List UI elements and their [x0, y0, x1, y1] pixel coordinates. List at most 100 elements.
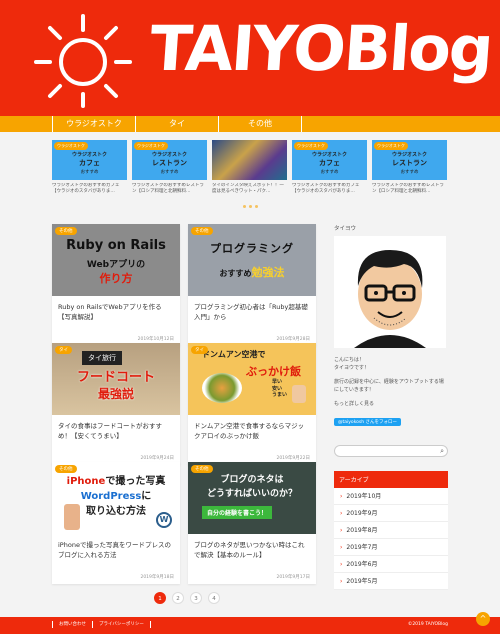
post-card[interactable]: タイ ドンムアン空港で ぶっかけ飯 早い 安い うまい ドンムアン空港で食事するなら…: [188, 343, 316, 465]
carousel-card[interactable]: ウラジオストク ウラジオストク カフェ おすすめ ウラジオストクのおすすめカフェ…: [292, 140, 367, 202]
wordpress-icon: W: [156, 512, 172, 528]
post-date: 2019年10月12日: [137, 337, 174, 342]
thumb-text: どうすればいいのか？: [206, 489, 297, 499]
site-header: TAIYOBlog: [0, 0, 500, 116]
category-tag: その他: [191, 465, 213, 473]
carousel-card[interactable]: ウラジオストク ウラジオストク カフェ おすすめ ウラジオストクのおすすめカフェ…: [52, 140, 127, 202]
sun-icon: [34, 14, 132, 108]
post-date: 2019年9月28日: [276, 337, 310, 342]
archive-item[interactable]: 2019年5月: [334, 573, 448, 590]
post-card[interactable]: その他 iPhoneで撮った写真 WordPressに 取り込む方法 W iPh…: [52, 462, 180, 584]
post-title[interactable]: Ruby on RailsでWebアプリを作る【写真解説】: [58, 302, 174, 323]
carousel-card[interactable]: ウラジオストク ウラジオストク レストラン おすすめ ウラジオストクのおすすめレ…: [372, 140, 447, 202]
nav-item-other[interactable]: その他: [218, 116, 302, 132]
carousel-dot[interactable]: [249, 205, 252, 208]
thumb-text: Ruby on Rails: [66, 238, 166, 253]
thumb-text: 自分の経験を書こう！: [202, 506, 273, 519]
thumb-text: ウラジオストク: [392, 152, 427, 158]
thumb-text: 早い 安い うまい: [272, 379, 288, 398]
thumb-text: タイ旅行: [82, 351, 122, 365]
thumb-text: フードコート: [76, 370, 155, 385]
post-title[interactable]: タイの食事はフードコートがおすすめ！【安くてうまい】: [58, 421, 174, 442]
site-logo[interactable]: TAIYOBlog: [147, 12, 494, 85]
sidebar: タイヨウ こんにちは！ タイヨウです！ 旅行の記録を中心に、経験をアウトプットす…: [334, 224, 448, 590]
post-thumbnail: その他 ブログのネタは どうすればいいのか？ 自分の経験を書こう！: [188, 462, 316, 534]
avatar-illustration: [334, 236, 446, 348]
carousel-thumb: ウラジオストク ウラジオストク カフェ おすすめ: [52, 140, 127, 180]
post-date: 2019年9月24日: [140, 456, 174, 461]
thumb-text: ウラジオストク: [72, 152, 107, 158]
post-title[interactable]: ドンムアン空港で食事するならマジックアロイのぶっかけ飯: [194, 421, 310, 442]
carousel-dots[interactable]: [243, 205, 258, 208]
thumb-text: おすすめ勉強法: [219, 266, 285, 279]
category-tag: その他: [55, 465, 77, 473]
archive-item[interactable]: 2019年9月: [334, 505, 448, 522]
post-title[interactable]: iPhoneで撮った写真をワードプレスのブログに入れる方法: [58, 540, 174, 561]
post-card[interactable]: その他 Ruby on Rails Webアプリの 作り方 Ruby on Ra…: [52, 224, 180, 346]
archive-item[interactable]: 2019年6月: [334, 556, 448, 573]
category-tag: その他: [55, 227, 77, 235]
profile-name: タイヨウ: [334, 226, 357, 232]
post-title[interactable]: プログラミング初心者は「Ruby超基礎入門」から: [194, 302, 310, 323]
carousel-caption: ウラジオストクのおすすめカフェ【ウラジオのスタバがありま…: [292, 183, 360, 195]
category-tag: タイ: [191, 346, 208, 354]
pagination: 1 2 3 4: [154, 592, 220, 604]
carousel-thumb: ウラジオストク ウラジオストク カフェ おすすめ: [292, 140, 367, 180]
post-card[interactable]: タイ タイ旅行 フードコート 最強説 タイの食事はフードコートがおすすめ！【安く…: [52, 343, 180, 465]
global-nav: ウラジオストク タイ その他: [0, 116, 500, 132]
carousel-card[interactable]: ウラジオストク ウラジオストク レストラン おすすめ ウラジオストクのおすすめレ…: [132, 140, 207, 202]
thumb-text: カフェ: [79, 159, 100, 167]
page-2-button[interactable]: 2: [172, 592, 184, 604]
archive-item[interactable]: 2019年8月: [334, 522, 448, 539]
copyright: ©2019 TAIYOBlog: [407, 622, 448, 627]
carousel-card[interactable]: タイのインスタ映えスポット！！一度は見るべきワット・パク…: [212, 140, 287, 202]
carousel-dot[interactable]: [243, 205, 246, 208]
category-tag: ウラジオストク: [54, 142, 88, 150]
page-1-button[interactable]: 1: [154, 592, 166, 604]
carousel-thumb: ウラジオストク ウラジオストク レストラン おすすめ: [132, 140, 207, 180]
post-thumbnail: その他 Ruby on Rails Webアプリの 作り方: [52, 224, 180, 296]
nav-item-thailand[interactable]: タイ: [135, 116, 218, 132]
post-title[interactable]: ブログのネタが思いつかない時はこれで解決【基本のルール】: [194, 540, 310, 561]
post-thumbnail: タイ ドンムアン空港で ぶっかけ飯 早い 安い うまい: [188, 343, 316, 415]
carousel-caption: ウラジオストクのおすすめカフェ【ウラジオのスタバがありま…: [52, 183, 120, 195]
post-card[interactable]: その他 ブログのネタは どうすればいいのか？ 自分の経験を書こう！ ブログのネタ…: [188, 462, 316, 584]
profile-intro: こんにちは！ タイヨウです！ 旅行の記録を中心に、経験をアウトプットする場にして…: [334, 356, 448, 408]
thumb-text: ブログのネタは: [220, 475, 284, 485]
archive-item[interactable]: 2019年10月: [334, 488, 448, 505]
back-to-top-icon[interactable]: ^: [476, 612, 490, 626]
page-3-button[interactable]: 3: [190, 592, 202, 604]
search-icon[interactable]: ⌕: [440, 447, 444, 456]
phone-hand-image: [64, 504, 80, 530]
search-input[interactable]: ⌕: [334, 445, 448, 457]
featured-carousel: ウラジオストク ウラジオストク カフェ おすすめ ウラジオストクのおすすめカフェ…: [52, 140, 448, 202]
footer-link-contact[interactable]: お問い合わせ: [52, 621, 92, 628]
archive-heading: アーカイブ: [334, 471, 448, 488]
thumb-text: Webアプリの: [86, 260, 146, 270]
carousel-caption: ウラジオストクのおすすめレストラン【ロシア料理と北朝鮮料…: [132, 183, 204, 195]
category-tag: その他: [191, 227, 213, 235]
post-date: 2019年9月18日: [140, 575, 174, 580]
thumb-text: レストラン: [152, 159, 187, 167]
archive-list: 2019年10月 2019年9月 2019年8月 2019年7月 2019年6月…: [334, 488, 448, 590]
site-footer: お問い合わせ プライバシーポリシー ©2019 TAIYOBlog: [0, 617, 500, 634]
thumb-text: レストラン: [392, 159, 427, 167]
thumb-text: WordPressに: [80, 491, 152, 502]
thumb-text: おすすめ: [320, 170, 339, 175]
footer-link-privacy[interactable]: プライバシーポリシー: [92, 621, 151, 628]
food-plate-image: [202, 373, 242, 403]
post-date: 2019年9月17日: [276, 575, 310, 580]
twitter-follow-button[interactable]: @taiyokosh さんをフォロー: [334, 418, 402, 426]
archive-item[interactable]: 2019年7月: [334, 539, 448, 556]
nav-item-vladivostok[interactable]: ウラジオストク: [52, 116, 135, 132]
thumb-text: おすすめ: [160, 170, 179, 175]
carousel-dot[interactable]: [255, 205, 258, 208]
category-tag: タイ: [55, 346, 72, 354]
thumb-text: カフェ: [319, 159, 340, 167]
carousel-thumb: ウラジオストク ウラジオストク レストラン おすすめ: [372, 140, 447, 180]
category-tag: ウラジオストク: [374, 142, 408, 150]
more-link[interactable]: もっと詳しく見る: [334, 400, 448, 408]
page-4-button[interactable]: 4: [208, 592, 220, 604]
temple-photo: [212, 140, 287, 180]
post-card[interactable]: その他 プログラミング おすすめ勉強法 プログラミング初心者は「Ruby超基礎入…: [188, 224, 316, 346]
